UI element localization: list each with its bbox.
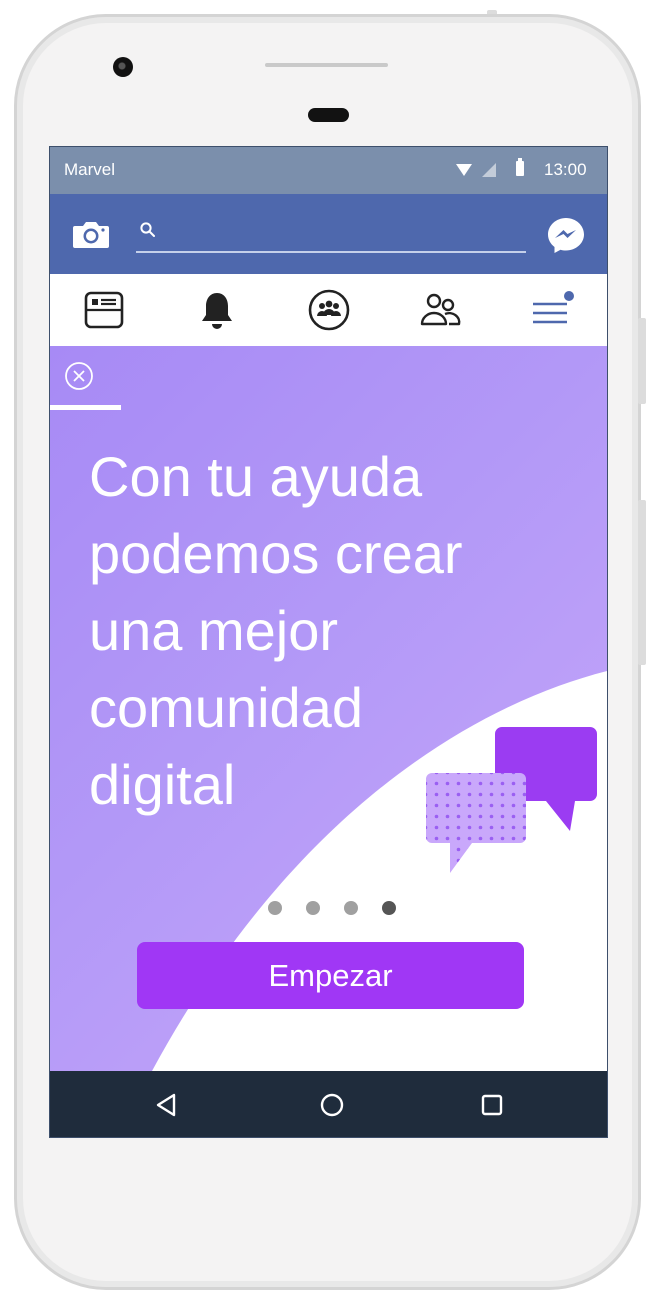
pager-dot-active[interactable] [382,901,396,915]
pager-dot[interactable] [268,901,282,915]
signal-icon [482,163,496,177]
status-bar: Marvel 13:00 [50,147,607,194]
headline-line: digital [89,753,236,816]
camera-icon[interactable] [72,219,110,249]
messenger-icon[interactable] [546,215,586,255]
headline-line: podemos crear [89,522,463,585]
app-header [50,194,607,274]
groups-icon [308,289,350,331]
tab-groups[interactable] [307,288,351,332]
nav-back[interactable] [151,1090,181,1120]
pager-dots [268,901,396,915]
phone-screen: Marvel 13:00 Con tu ayuda podemos crear … [49,146,608,1138]
tab-menu[interactable] [531,288,575,332]
earpiece [308,108,349,122]
front-camera [113,57,133,77]
close-icon[interactable] [63,360,95,392]
system-nav-bar [50,1071,607,1137]
tab-friends[interactable] [418,288,462,332]
back-icon [156,1093,176,1117]
tab-feed[interactable] [82,288,126,332]
onboarding-panel: Con tu ayuda podemos crear una mejor com… [50,346,607,1071]
volume-button [638,500,646,665]
chat-bubbles-illustration [426,727,597,873]
search-icon [140,222,155,237]
search-underline [136,251,526,253]
home-icon [320,1093,344,1117]
nav-home[interactable] [317,1090,347,1120]
status-clock: 13:00 [544,160,587,179]
start-button[interactable]: Empezar [137,942,524,1009]
tab-notifications[interactable] [195,288,239,332]
side-button [638,318,646,404]
wifi-icon [456,164,472,176]
headline-line: una mejor [89,599,339,662]
carrier-name: Marvel [64,160,116,179]
search-bar[interactable] [136,212,526,259]
tab-bar [50,274,607,347]
friends-icon [420,293,461,326]
pager-dot[interactable] [344,901,358,915]
pager-dot[interactable] [306,901,320,915]
nav-recents[interactable] [477,1090,507,1120]
news-feed-icon [84,291,124,329]
bell-icon [202,293,232,329]
recents-icon [481,1094,503,1116]
headline-line: comunidad [89,676,363,739]
story-progress-bar [50,405,121,410]
headline-line: Con tu ayuda [89,445,423,508]
hamburger-menu-icon [533,291,574,324]
battery-icon [516,158,524,176]
search-input[interactable] [166,218,520,250]
speaker-slot [265,63,388,67]
